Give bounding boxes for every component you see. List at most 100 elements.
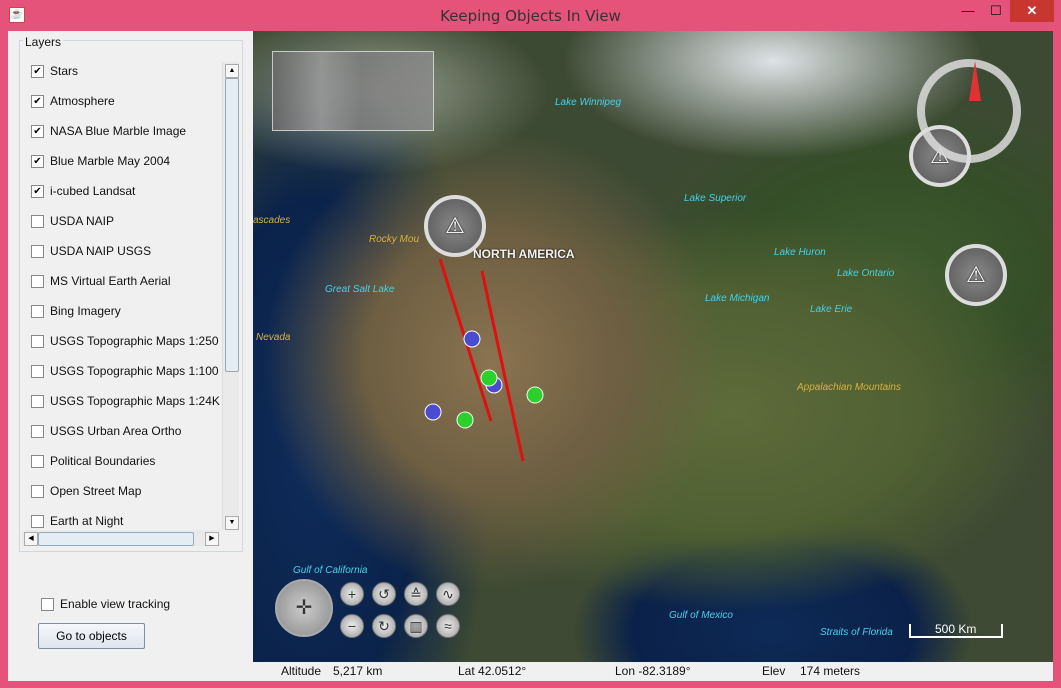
zoom-in-icon[interactable]: + [340, 582, 364, 606]
layer-label: Atmosphere [50, 94, 115, 108]
layer-item[interactable]: Open Street Map [22, 478, 222, 504]
elevation-value: 174 meters [800, 664, 861, 678]
minimize-button[interactable]: — [954, 0, 982, 22]
maximize-button[interactable]: ☐ [982, 0, 1010, 22]
layer-label: Bing Imagery [50, 304, 121, 318]
layer-checkbox[interactable] [31, 244, 44, 258]
layer-label: Stars [50, 64, 79, 78]
layer-label: USDA NAIP USGS [50, 244, 152, 258]
vertical-scrollbar[interactable]: ▲ ▼ [222, 62, 239, 530]
rotate-right-icon[interactable]: ↻ [372, 614, 396, 638]
layer-item[interactable]: Bing Imagery [22, 298, 222, 324]
layer-checkbox[interactable] [31, 214, 44, 228]
layer-checkbox[interactable] [31, 274, 44, 288]
layer-label: USGS Topographic Maps 1:100 [50, 364, 219, 378]
layer-label: USDA NAIP [50, 214, 115, 228]
layer-item[interactable]: USGS Urban Area Ortho [22, 418, 222, 444]
layer-item[interactable]: ✔ Atmosphere [22, 88, 222, 114]
layer-item[interactable]: ✔ Stars [22, 62, 222, 84]
layer-checkbox[interactable] [31, 514, 44, 528]
layer-checkbox[interactable]: ✔ [31, 154, 44, 168]
lake-label: Lake Erie [810, 304, 853, 315]
layer-item[interactable]: USGS Topographic Maps 1:24K [22, 388, 222, 414]
layer-item[interactable]: Earth at Night [22, 508, 222, 530]
gulf-label: Gulf of Mexico [669, 610, 733, 621]
green-marker[interactable] [456, 411, 474, 429]
scroll-right-icon[interactable]: ▶ [205, 532, 219, 546]
layer-checkbox[interactable]: ✔ [31, 94, 44, 108]
status-bar: Altitude 5,217 km Lat 42.0512° Lon -82.3… [253, 662, 1053, 681]
track-line [480, 270, 525, 462]
layer-checkbox[interactable] [31, 364, 44, 378]
scroll-down-icon[interactable]: ▼ [225, 516, 239, 530]
rotate-left-icon[interactable]: ↺ [372, 582, 396, 606]
layer-checkbox[interactable] [31, 394, 44, 408]
layer-item[interactable]: USDA NAIP USGS [22, 238, 222, 264]
layer-list[interactable]: ✔ Stars ✔ Atmosphere ✔ NASA Blue Marble Image… [22, 62, 222, 530]
layer-checkbox[interactable] [31, 424, 44, 438]
layer-checkbox[interactable] [31, 334, 44, 348]
layer-item[interactable]: USGS Topographic Maps 1:250 [22, 328, 222, 354]
title-bar[interactable]: ☕ Keeping Objects In View — ☐ ✕ [0, 0, 1061, 31]
go-to-objects-button[interactable]: Go to objects [38, 623, 145, 649]
window-title: Keeping Objects In View [440, 7, 621, 25]
layer-item[interactable]: ✔ NASA Blue Marble Image [22, 118, 222, 144]
continent-label: NORTH AMERICA [473, 247, 575, 261]
scroll-thumb-horizontal[interactable] [38, 532, 194, 546]
compass-needle [969, 61, 981, 101]
layer-item[interactable]: Political Boundaries [22, 448, 222, 474]
altitude-label: Altitude [281, 664, 322, 678]
scroll-left-icon[interactable]: ◀ [24, 532, 38, 546]
terrain-label: Nevada [256, 332, 291, 343]
client-area: Layers ✔ Stars ✔ Atmosphere ✔ NASA Blue Marbl… [8, 31, 1053, 681]
layer-label: USGS Topographic Maps 1:250 [50, 334, 219, 348]
layer-checkbox[interactable] [31, 454, 44, 468]
terrain-label: Appalachian Mountains [797, 382, 901, 393]
lake-label: Lake Superior [684, 193, 747, 204]
layer-checkbox[interactable]: ✔ [31, 184, 44, 198]
layer-label: i-cubed Landsat [50, 184, 136, 198]
blue-marker[interactable] [424, 403, 442, 421]
close-button[interactable]: ✕ [1010, 0, 1054, 22]
green-marker[interactable] [526, 386, 544, 404]
gulf-label: Gulf of California [293, 565, 368, 576]
layers-group: Layers ✔ Stars ✔ Atmosphere ✔ NASA Blue Marbl… [19, 35, 243, 552]
exaggeration-down-icon[interactable]: ≈ [436, 614, 460, 638]
pan-arrows-icon[interactable]: ✛ [275, 579, 333, 637]
layer-item[interactable]: ✔ Blue Marble May 2004 [22, 148, 222, 174]
layer-label: MS Virtual Earth Aerial [50, 274, 171, 288]
layer-label: NASA Blue Marble Image [50, 124, 187, 138]
scroll-up-icon[interactable]: ▲ [225, 64, 239, 78]
layer-label: USGS Topographic Maps 1:24K [50, 394, 220, 408]
layer-checkbox[interactable]: ✔ [31, 124, 44, 138]
scroll-thumb[interactable] [225, 78, 239, 372]
layer-checkbox[interactable] [31, 304, 44, 318]
latitude-value: Lat 42.0512° [458, 664, 527, 678]
layer-item[interactable]: USDA NAIP [22, 208, 222, 234]
layer-label: Open Street Map [50, 484, 142, 498]
compass-icon[interactable] [917, 59, 1021, 163]
tilt-up-icon[interactable]: ≙ [404, 582, 428, 606]
green-marker[interactable] [480, 369, 498, 387]
lake-label: Lake Michigan [705, 293, 770, 304]
control-panel: Layers ✔ Stars ✔ Atmosphere ✔ NASA Blue Marbl… [8, 31, 252, 681]
horizontal-scrollbar[interactable]: ◀ ▶ [22, 530, 220, 546]
exaggeration-up-icon[interactable]: ∿ [436, 582, 460, 606]
layer-checkbox[interactable]: ✔ [31, 64, 44, 78]
view-tracking-checkbox[interactable] [41, 597, 54, 611]
view-tracking-option[interactable]: Enable view tracking [41, 597, 170, 611]
layer-label: Political Boundaries [50, 454, 156, 468]
blue-marker[interactable] [463, 330, 481, 348]
view-tracking-label: Enable view tracking [60, 597, 171, 611]
radio-tower-icon[interactable]: ⚠ [424, 195, 486, 257]
tilt-down-icon[interactable]: ▥ [404, 614, 428, 638]
radio-tower-icon[interactable]: ⚠ [945, 244, 1007, 306]
globe-view[interactable]: Lake Winnipeg Lake Superior Lake Huron L… [253, 31, 1053, 662]
lake-label: Lake Huron [774, 247, 826, 258]
layer-item[interactable]: USGS Topographic Maps 1:100 [22, 358, 222, 384]
layer-checkbox[interactable] [31, 484, 44, 498]
app-window: ☕ Keeping Objects In View — ☐ ✕ Layers ✔… [0, 0, 1061, 688]
layer-item[interactable]: ✔ i-cubed Landsat [22, 178, 222, 204]
layer-item[interactable]: MS Virtual Earth Aerial [22, 268, 222, 294]
zoom-out-icon[interactable]: − [340, 614, 364, 638]
